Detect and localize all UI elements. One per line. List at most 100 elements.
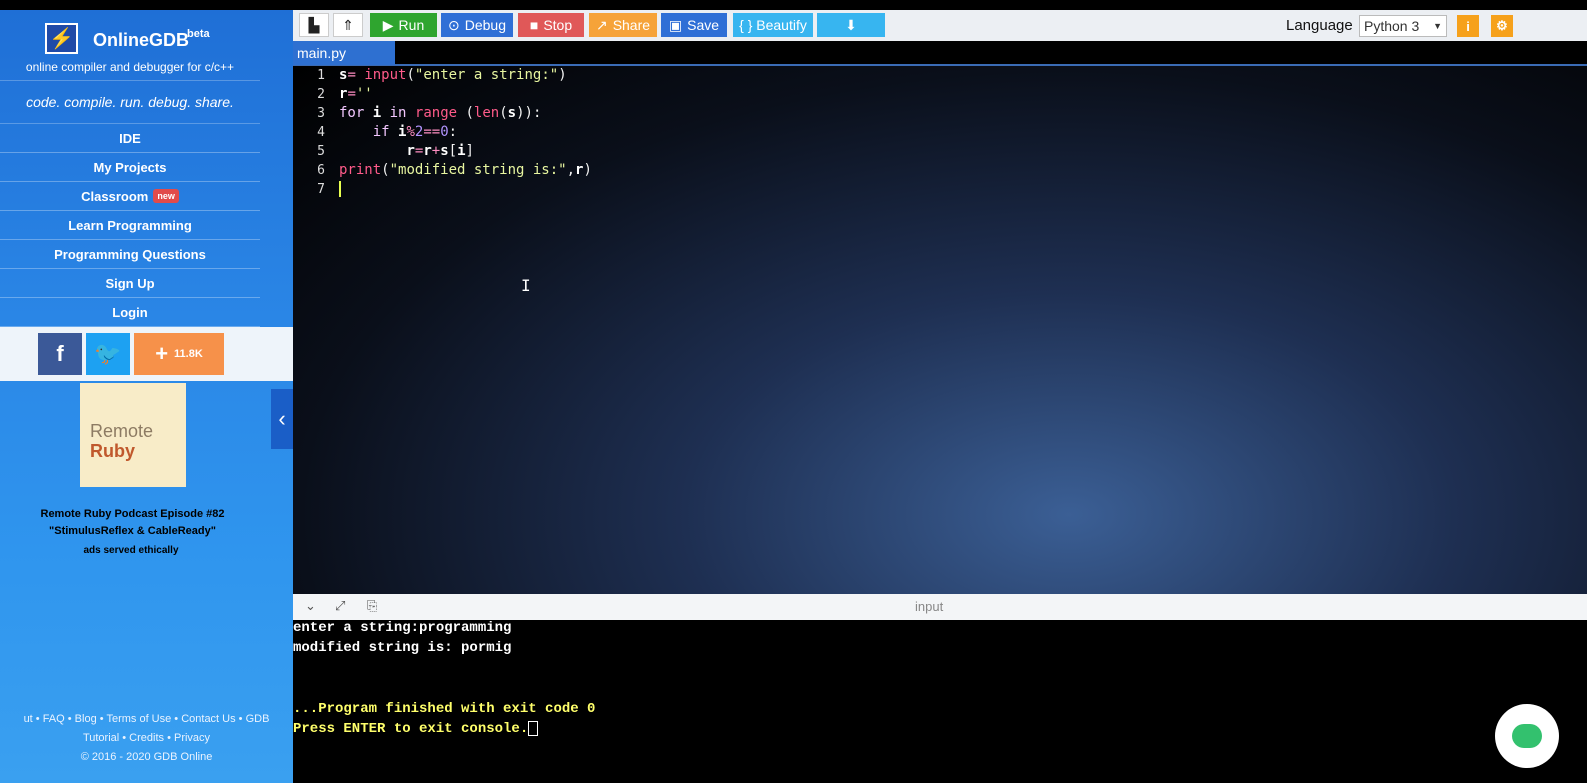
collapse-sidebar-button[interactable]: ‹ (271, 389, 293, 449)
stop-label: Stop (543, 17, 573, 33)
run-button[interactable]: ▶ Run (370, 13, 437, 37)
new-file-button[interactable]: ▙ (299, 13, 329, 37)
language-value: Python 3 (1364, 18, 1420, 34)
ad-image-line1: Remote (90, 421, 154, 441)
brand[interactable]: ⚡ OnlineGDB beta online compiler and deb… (0, 10, 293, 80)
upload-icon: ⇑ (342, 16, 354, 33)
share-button[interactable]: ↗ Share (589, 13, 657, 37)
brand-beta: beta (187, 28, 210, 40)
save-button[interactable]: ▣ Save (661, 13, 727, 37)
brand-name: OnlineGDB (93, 30, 190, 50)
chevron-down-icon[interactable]: ⌄ (305, 598, 316, 614)
console-prompt: Press ENTER to exit console. (293, 721, 529, 738)
tagline: code. compile. run. debug. share. (0, 80, 260, 124)
code-line: r=r+s[i] (406, 143, 474, 159)
console-prompt-line: Press ENTER to exit console. (293, 721, 539, 738)
chat-bubble-icon (1512, 724, 1542, 748)
code-line: r='' (339, 86, 373, 102)
chat-button[interactable] (1495, 704, 1559, 768)
line-number: 7 (317, 182, 325, 197)
social-share-bar: f 🐦 + 11.8K (0, 327, 293, 381)
debug-icon: ⊙ (448, 16, 460, 33)
line-number: 4 (317, 125, 325, 140)
language-select[interactable]: Python 3 ▼ (1359, 15, 1447, 37)
twitter-icon[interactable]: 🐦 (86, 333, 130, 375)
share-label: Share (612, 17, 651, 33)
console-line: ...Program finished with exit code 0 (293, 701, 596, 717)
nav-my-projects[interactable]: My Projects (0, 153, 260, 182)
editor-tab-bar: main.py (293, 41, 1587, 66)
nav-programming-questions[interactable]: Programming Questions (0, 240, 260, 269)
stop-icon: ■ (529, 17, 539, 33)
beautify-label: { } Beautify (739, 17, 807, 33)
brand-subtitle: online compiler and debugger for c/c++ (25, 60, 235, 74)
code-line: if i%2==0: (372, 124, 458, 140)
stop-button[interactable]: ■ Stop (518, 13, 584, 37)
nav-classroom-label: Classroom (81, 188, 149, 204)
console-line: enter a string:programming (293, 620, 512, 636)
nav-login[interactable]: Login (0, 298, 260, 327)
new-badge: new (153, 189, 179, 203)
tab-main-py[interactable]: main.py (293, 41, 395, 65)
code-line (339, 180, 592, 199)
console-line: modified string is: pormig (293, 640, 512, 656)
info-button[interactable]: i (1457, 15, 1479, 37)
ad-image-line2: Ruby (90, 441, 135, 461)
line-number: 1 (317, 68, 325, 83)
code-line: print("modified string is:",r) (339, 162, 592, 178)
console-title: input (915, 599, 944, 614)
download-icon: ⬇ (845, 16, 857, 33)
footer-links[interactable]: ut • FAQ • Blog • Terms of Use • Contact… (0, 710, 293, 767)
facebook-icon[interactable]: f (38, 333, 82, 375)
copy-icon[interactable]: ⎘ (367, 598, 377, 614)
terminal-cursor (528, 721, 539, 736)
nav-sign-up[interactable]: Sign Up (0, 269, 260, 298)
nav-classroom[interactable]: Classroom new (0, 182, 260, 211)
nav-learn-programming[interactable]: Learn Programming (0, 211, 260, 240)
footer-copyright: © 2016 - 2020 GDB Online (80, 751, 213, 763)
line-number-gutter: 1 2 3 4 5 6 7 (293, 66, 333, 199)
toolbar: ▙ ⇑ ▶ Run ⊙ Debug ■ Stop ↗ Share ▣ Save { } B… (293, 10, 1587, 41)
caret-down-icon: ▼ (1433, 21, 1442, 31)
footer-line2[interactable]: Tutorial • Credits • Privacy (0, 729, 293, 748)
expand-icon[interactable]: ⤢ (335, 598, 345, 614)
code-lines[interactable]: s= input("enter a string:") r='' for i i… (339, 66, 592, 199)
ad-image[interactable]: Remote Ruby (80, 383, 186, 487)
plus-icon: + (155, 341, 169, 366)
play-icon: ▶ (382, 16, 394, 33)
info-icon: i (1466, 18, 1470, 34)
ibeam-cursor-icon: I (521, 276, 531, 295)
code-editor[interactable]: 1 2 3 4 5 6 7 s= input("enter a string:"… (293, 66, 1587, 594)
line-number: 5 (317, 144, 325, 159)
footer-line1[interactable]: ut • FAQ • Blog • Terms of Use • Contact… (0, 710, 293, 729)
code-line: for i in range (len(s)): (339, 105, 542, 121)
gear-icon: ⚙ (1496, 18, 1508, 33)
ad-text-line2: "StimulusReflex & CableReady" (49, 525, 216, 537)
upload-button[interactable]: ⇑ (333, 13, 363, 37)
download-button[interactable]: ⬇ (817, 13, 885, 37)
ad-text-line1: Remote Ruby Podcast Episode #82 (40, 508, 225, 520)
share-count-button[interactable]: + 11.8K (134, 333, 224, 375)
code-line: s= input("enter a string:") (339, 67, 567, 83)
line-number: 6 (317, 163, 325, 178)
file-icon: ▙ (308, 16, 320, 33)
console-toolbar: ⌄ ⤢ ⎘ input (293, 594, 1587, 620)
beautify-button[interactable]: { } Beautify (733, 13, 813, 37)
ads-served-ethically[interactable]: ads served ethically (0, 545, 262, 556)
nav-ide[interactable]: IDE (0, 124, 260, 153)
language-label: Language (1286, 17, 1353, 34)
run-label: Run (398, 17, 425, 33)
settings-button[interactable]: ⚙ (1491, 15, 1513, 37)
save-label: Save (687, 17, 720, 33)
console-output[interactable]: enter a string:programming modified stri… (293, 620, 1587, 783)
onlinegdb-logo-icon: ⚡ (45, 23, 78, 54)
share-count: 11.8K (174, 348, 203, 360)
text-cursor (339, 181, 341, 197)
ad-text[interactable]: Remote Ruby Podcast Episode #82 "Stimulu… (0, 506, 265, 540)
save-icon: ▣ (668, 16, 683, 33)
debug-button[interactable]: ⊙ Debug (441, 13, 513, 37)
chevron-left-icon: ‹ (278, 406, 286, 431)
share-icon: ↗ (595, 16, 608, 33)
line-number: 3 (317, 106, 325, 121)
line-number: 2 (317, 87, 325, 102)
